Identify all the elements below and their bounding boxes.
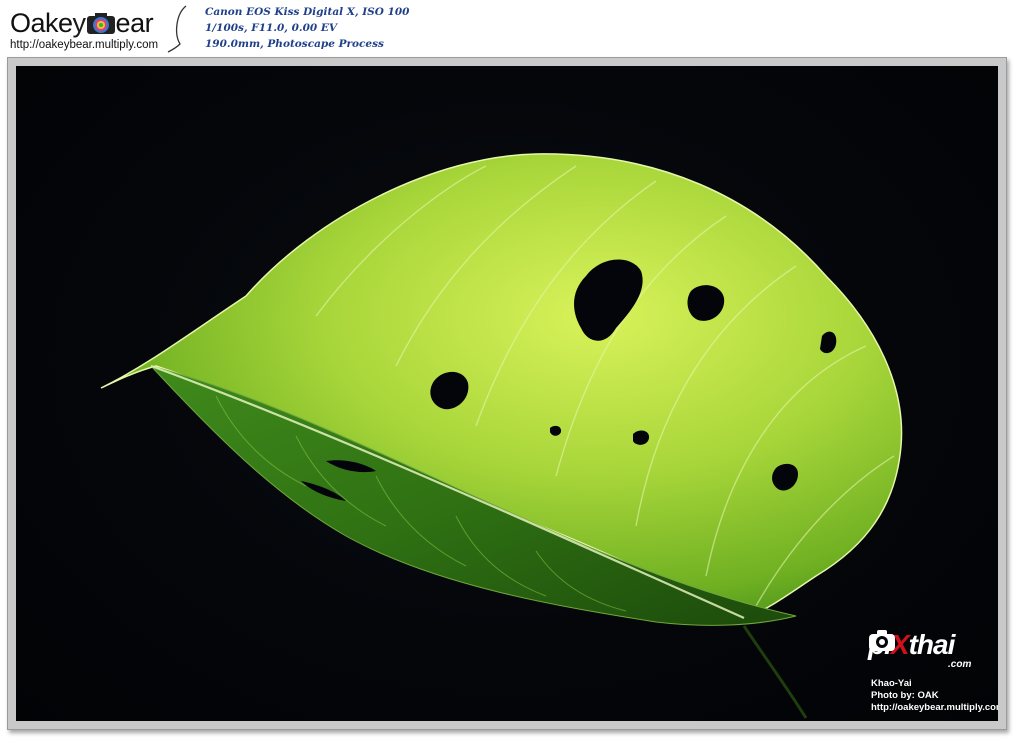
swoosh-icon bbox=[167, 5, 187, 53]
logo-text-before: Oake bbox=[10, 8, 73, 38]
camera-lens-icon bbox=[86, 13, 115, 34]
brand-suffix: .com bbox=[948, 659, 972, 670]
logo-text-after: ear bbox=[115, 8, 154, 38]
logo-text-highlight: y bbox=[72, 8, 87, 38]
leaf-stem bbox=[742, 625, 808, 719]
exif-lens: 190.0mm, Photoscape Process bbox=[205, 38, 384, 50]
photo-url[interactable]: http://oakeybear.multiply.com bbox=[871, 702, 998, 714]
exif-camera: Canon EOS Kiss Digital X, ISO 100 bbox=[205, 6, 410, 18]
logo-url[interactable]: http://oakeybear.multiply.com bbox=[10, 39, 158, 51]
photo-location: Khao-Yai bbox=[871, 678, 912, 689]
photo-credit: Photo by: OAK bbox=[871, 690, 939, 701]
leaf-photo[interactable]: piXthai .com Khao-Yai Photo by: OAK http… bbox=[16, 66, 998, 721]
photo-credits: Khao-Yai Photo by: OAK http://oakeybear.… bbox=[871, 678, 998, 714]
leaf-illustration bbox=[100, 153, 903, 719]
photo-frame: piXthai .com Khao-Yai Photo by: OAK http… bbox=[7, 57, 1007, 730]
oakeybear-logo[interactable]: Oakey ear http://oakeybear.multiply.com bbox=[6, 4, 196, 54]
exif-exposure: 1/100s, F11.0, 0.00 EV bbox=[205, 22, 337, 34]
logo-wordmark: Oakey ear bbox=[10, 8, 154, 39]
pixthai-logo: piXthai .com bbox=[868, 629, 996, 677]
page: Oakey ear http://oakeybear.multiply.com … bbox=[0, 0, 1020, 738]
exif-info: Canon EOS Kiss Digital X, ISO 100 1/100s… bbox=[205, 4, 409, 52]
camera-icon bbox=[869, 630, 895, 651]
brand-part-2: thai bbox=[908, 629, 956, 660]
